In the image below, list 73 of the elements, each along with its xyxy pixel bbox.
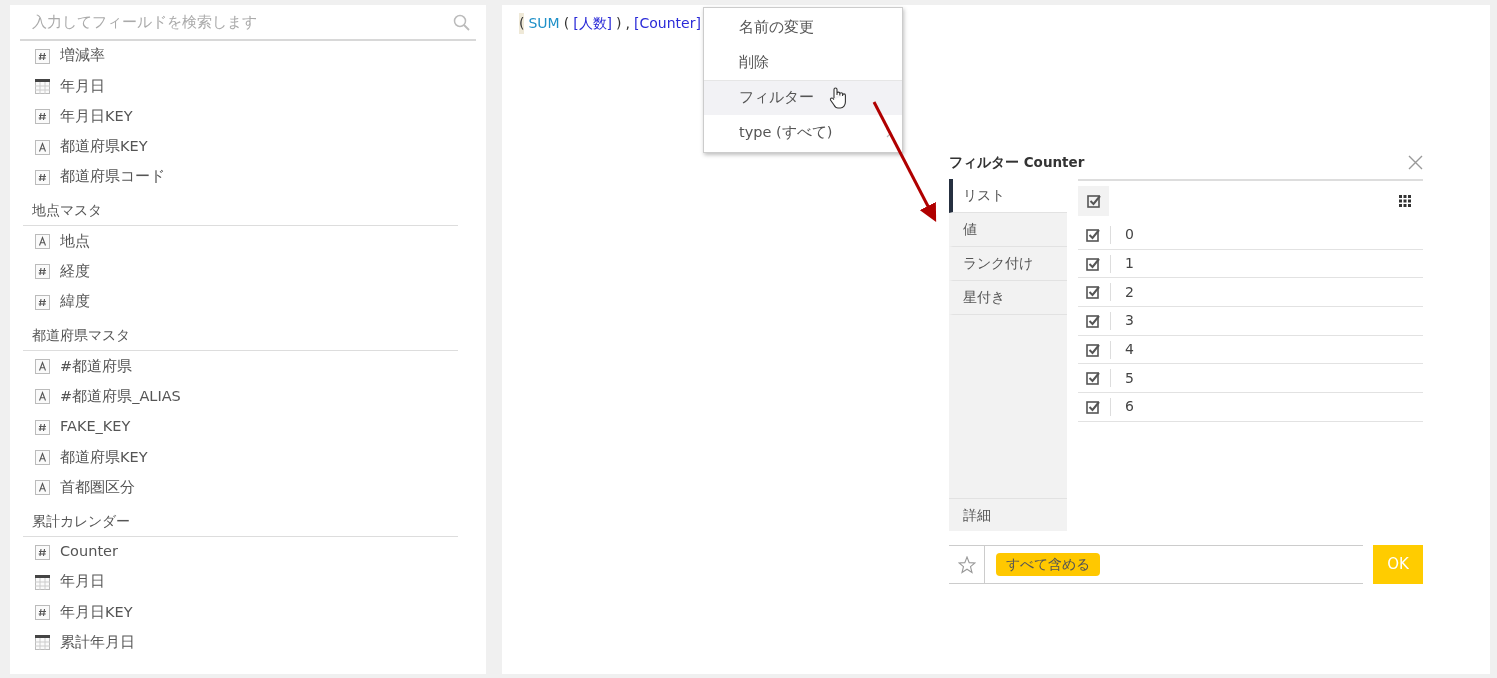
- formula-symbol: (: [563, 14, 570, 33]
- menu-item[interactable]: 名前の変更: [704, 10, 902, 45]
- hand-cursor-icon: [828, 87, 848, 109]
- grid-icon[interactable]: [1399, 195, 1411, 207]
- calendar-icon: [35, 574, 50, 590]
- group-header: 累計カレンダー: [23, 502, 458, 537]
- field-item[interactable]: 都道府県KEY: [60, 446, 148, 469]
- number-type-icon: [35, 419, 50, 435]
- value-label: 0: [1125, 225, 1134, 245]
- field-item[interactable]: FAKE_KEY: [60, 416, 131, 438]
- menu-item[interactable]: type (すべて): [704, 115, 902, 150]
- field-item[interactable]: 年月日: [60, 75, 105, 98]
- number-type-icon: [35, 544, 50, 560]
- field-item[interactable]: 地点: [60, 230, 90, 253]
- field-item[interactable]: 都道府県コード: [60, 166, 165, 189]
- text-type-icon: [35, 234, 50, 250]
- checked-checkbox-icon[interactable]: [1086, 342, 1100, 357]
- checked-checkbox-icon[interactable]: [1086, 371, 1100, 386]
- text-type-icon: [35, 449, 50, 465]
- menu-item[interactable]: フィルター: [704, 80, 902, 115]
- field-item[interactable]: 年月日KEY: [60, 105, 133, 128]
- value-label: 5: [1125, 368, 1134, 388]
- menu-item[interactable]: 削除: [704, 45, 902, 80]
- field-item[interactable]: 年月日: [60, 571, 105, 594]
- checked-checkbox-icon: [1086, 194, 1101, 208]
- star-icon: [957, 555, 976, 574]
- group-header: 都道府県マスタ: [23, 317, 458, 352]
- checked-checkbox-icon[interactable]: [1086, 227, 1100, 242]
- number-type-icon: [35, 169, 50, 185]
- field-item[interactable]: 累計年月日: [60, 632, 135, 654]
- number-type-icon: [35, 48, 50, 64]
- field-item[interactable]: 増減率: [60, 45, 105, 67]
- field-item[interactable]: 年月日KEY: [60, 601, 133, 624]
- value-label: 3: [1125, 311, 1134, 331]
- filter-tab[interactable]: リスト: [949, 179, 1067, 213]
- select-all-checkbox[interactable]: [1078, 186, 1109, 216]
- value-label: 4: [1125, 340, 1134, 360]
- dialog-title: フィルター Counter: [949, 152, 1085, 172]
- group-header: 地点マスタ: [23, 192, 458, 227]
- calendar-icon: [35, 635, 50, 651]
- checked-checkbox-icon[interactable]: [1086, 285, 1100, 300]
- text-type-icon: [35, 389, 50, 405]
- number-type-icon: [35, 605, 50, 621]
- checked-checkbox-icon[interactable]: [1086, 313, 1100, 328]
- field-item[interactable]: 都道府県KEY: [60, 136, 148, 158]
- number-type-icon: [35, 264, 50, 280]
- text-type-icon: [35, 480, 50, 496]
- field-item[interactable]: Counter: [60, 541, 118, 563]
- field-token: [人数]: [573, 14, 613, 33]
- function-token: SUM: [528, 14, 560, 33]
- formula-symbol: ,: [625, 14, 630, 33]
- close-icon: [1408, 155, 1423, 170]
- number-type-icon: [35, 109, 50, 125]
- field-item[interactable]: #都道府県: [60, 355, 133, 378]
- field-item[interactable]: #都道府県_ALIAS: [60, 385, 181, 408]
- field-item[interactable]: 経度: [60, 261, 90, 283]
- value-label: 6: [1125, 397, 1134, 417]
- value-label: 2: [1125, 282, 1134, 302]
- formula-symbol: ): [616, 14, 622, 33]
- value-label: 1: [1125, 254, 1134, 274]
- formula-symbol: (: [519, 13, 525, 34]
- field-token: [Counter]: [634, 14, 701, 33]
- field-item[interactable]: 首都圏区分: [60, 476, 135, 499]
- text-type-icon: [35, 139, 50, 155]
- search-icon: [453, 13, 470, 31]
- field-item[interactable]: 緯度: [60, 291, 90, 314]
- calendar-icon: [35, 78, 50, 94]
- include-all-tag: すべて含める: [996, 553, 1100, 576]
- number-type-icon: [35, 294, 50, 310]
- search-field[interactable]: 入力してフィールドを検索します: [30, 9, 453, 35]
- checked-checkbox-icon[interactable]: [1086, 399, 1100, 414]
- checked-checkbox-icon[interactable]: [1086, 256, 1100, 271]
- text-type-icon: [35, 359, 50, 374]
